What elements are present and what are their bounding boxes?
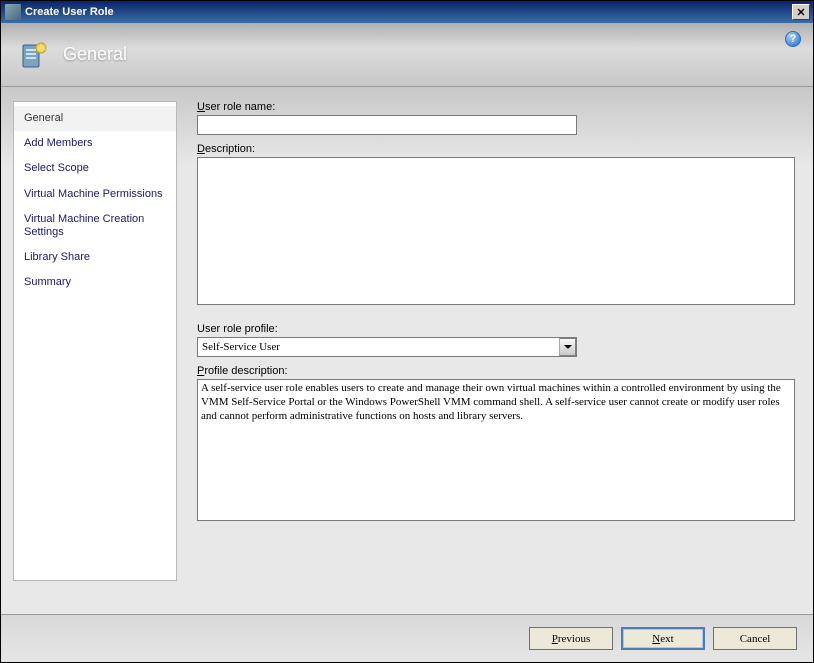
wizard-body: General Add Members Select Scope Virtual… [1,87,813,614]
profile-description-textarea[interactable] [197,379,795,521]
main-content: User role name: Description: User role p… [189,101,801,606]
description-textarea[interactable] [197,157,795,305]
user-role-name-input[interactable] [197,115,577,135]
close-button[interactable]: ✕ [792,4,810,20]
window-title: Create User Role [25,6,792,18]
user-role-name-label: User role name: [197,101,795,113]
sidebar-item-select-scope[interactable]: Select Scope [14,156,176,181]
user-role-profile-select[interactable]: Self-Service User [197,337,577,357]
help-icon[interactable]: ? [785,31,801,47]
title-bar: Create User Role ✕ [1,1,813,23]
sidebar-item-add-members[interactable]: Add Members [14,131,176,156]
close-icon: ✕ [796,6,805,19]
sidebar-item-vm-creation-settings[interactable]: Virtual Machine Creation Settings [14,207,176,245]
next-button[interactable]: Next [621,627,705,650]
sidebar-item-general[interactable]: General [14,106,176,131]
user-role-profile-value: Self-Service User [197,337,577,357]
sidebar-item-summary[interactable]: Summary [14,270,176,295]
wizard-header: General ? [1,23,813,87]
dialog-window: Create User Role ✕ General ? General Add… [0,0,814,663]
sidebar-item-vm-permissions[interactable]: Virtual Machine Permissions [14,182,176,207]
cancel-button[interactable]: Cancel [713,627,797,650]
wizard-footer: Previous Next Cancel [1,614,813,662]
user-role-profile-label: User role profile: [197,323,795,335]
description-label: Description: [197,143,795,155]
sidebar-item-library-share[interactable]: Library Share [14,245,176,270]
chevron-down-icon[interactable] [559,338,576,356]
profile-description-label: Profile description: [197,365,795,377]
page-title: General [63,44,127,65]
previous-button[interactable]: Previous [529,627,613,650]
app-icon [5,4,21,20]
wizard-icon [19,39,51,71]
wizard-steps: General Add Members Select Scope Virtual… [13,101,177,581]
